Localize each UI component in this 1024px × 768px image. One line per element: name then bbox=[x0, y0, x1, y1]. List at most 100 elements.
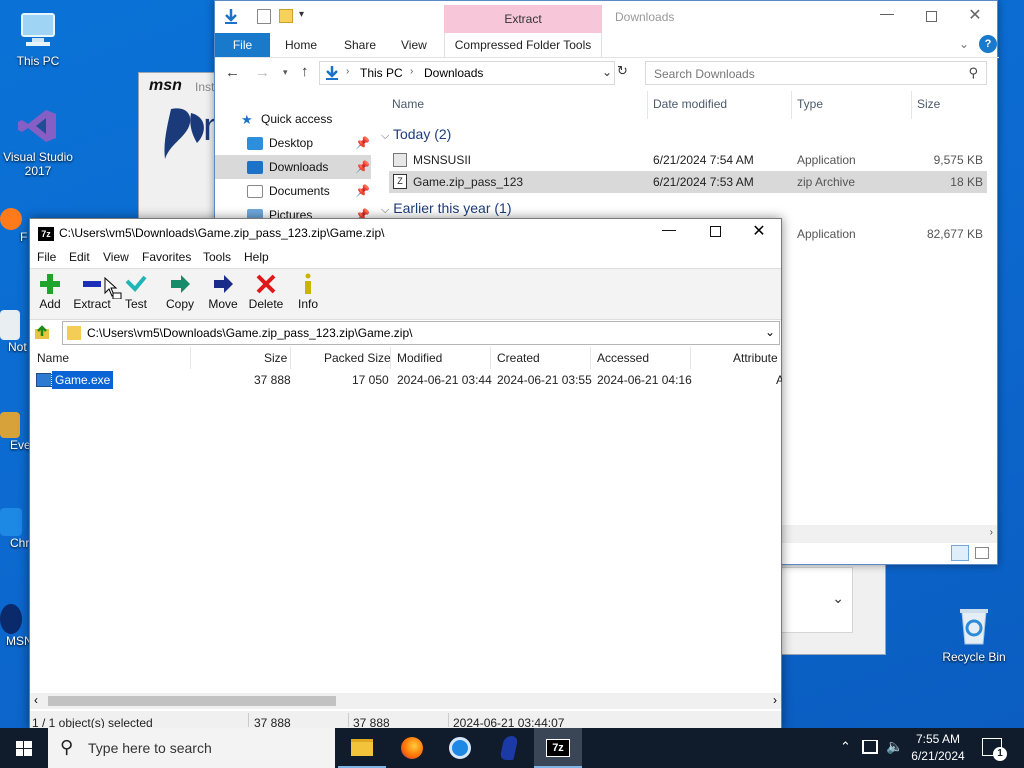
horizontal-scrollbar[interactable]: › bbox=[781, 525, 997, 543]
menu-help[interactable]: Help bbox=[244, 250, 269, 264]
nav-documents[interactable]: Documents 📌 bbox=[215, 179, 371, 203]
taskbar-date[interactable]: 6/21/2024 bbox=[906, 749, 970, 763]
nav-desktop[interactable]: Desktop 📌 bbox=[215, 131, 371, 155]
menu-edit[interactable]: Edit bbox=[69, 250, 90, 264]
scroll-right-arrow[interactable]: › bbox=[990, 527, 993, 538]
folder-icon bbox=[67, 326, 81, 340]
expand-ribbon-icon[interactable]: ⌄ bbox=[959, 37, 969, 51]
scroll-left-arrow[interactable]: ‹ bbox=[34, 693, 38, 707]
taskbar-chrome[interactable] bbox=[436, 728, 484, 768]
close-button[interactable]: ✕ bbox=[746, 221, 772, 243]
network-icon[interactable] bbox=[862, 740, 878, 754]
column-header-modified[interactable]: Modified bbox=[397, 351, 442, 365]
help-icon[interactable]: ? bbox=[979, 35, 997, 53]
desktop-icon-this-pc[interactable]: This PC bbox=[0, 8, 78, 68]
file-date: 6/21/2024 7:53 AM bbox=[653, 175, 754, 189]
taskbar-file-explorer[interactable] bbox=[338, 728, 386, 768]
tab-home[interactable]: Home bbox=[271, 33, 331, 57]
menu-favorites[interactable]: Favorites bbox=[142, 250, 191, 264]
downloads-icon bbox=[247, 161, 263, 175]
column-header-size[interactable]: Size bbox=[917, 97, 940, 111]
address-bar[interactable]: › This PC › Downloads ⌄ bbox=[319, 61, 615, 85]
search-box[interactable]: Search Downloads ⚲ bbox=[645, 61, 987, 85]
path-input[interactable]: C:\Users\vm5\Downloads\Game.zip_pass_123… bbox=[62, 321, 780, 345]
column-header-name[interactable]: Name bbox=[392, 97, 424, 111]
taskbar-msn[interactable] bbox=[486, 728, 534, 768]
file-row-game-zip[interactable]: Z Game.zip_pass_123 6/21/2024 7:53 AM zi… bbox=[389, 171, 987, 193]
close-button[interactable]: ✕ bbox=[963, 5, 987, 27]
column-header-attributes[interactable]: Attribute bbox=[733, 351, 778, 365]
refresh-button[interactable]: ↻ bbox=[617, 63, 628, 79]
desktop-icon-visual-studio[interactable]: Visual Studio 2017 bbox=[0, 104, 78, 178]
move-button[interactable]: Move bbox=[201, 273, 245, 311]
notification-center-button[interactable]: 1 bbox=[982, 738, 1007, 761]
column-header-packed-size[interactable]: Packed Size bbox=[324, 351, 391, 365]
tab-file[interactable]: File bbox=[215, 33, 270, 57]
minimize-button[interactable]: — bbox=[875, 5, 899, 27]
tab-compressed-folder-tools[interactable]: Compressed Folder Tools bbox=[444, 33, 602, 57]
column-header-size[interactable]: Size bbox=[264, 351, 287, 365]
info-button[interactable]: Info bbox=[286, 273, 330, 311]
nav-downloads[interactable]: Downloads 📌 bbox=[215, 155, 371, 179]
taskbar-7zip[interactable]: 7z bbox=[534, 728, 582, 768]
msn-logo: msn bbox=[149, 77, 182, 94]
new-folder-icon[interactable] bbox=[279, 9, 293, 23]
up-folder-button[interactable] bbox=[34, 324, 50, 340]
menu-tools[interactable]: Tools bbox=[203, 250, 231, 264]
group-header-earlier-this-year[interactable]: ⌵ Earlier this year (1) bbox=[381, 200, 512, 217]
horizontal-scrollbar[interactable]: ‹ › bbox=[30, 693, 781, 709]
minimize-button[interactable]: — bbox=[656, 221, 682, 243]
breadcrumb-downloads[interactable]: Downloads bbox=[424, 66, 483, 80]
forward-button[interactable]: → bbox=[255, 64, 270, 81]
menu-view[interactable]: View bbox=[103, 250, 129, 264]
customize-toolbar-icon[interactable]: ▾ bbox=[299, 9, 304, 20]
show-hidden-icons-button[interactable]: ⌃ bbox=[840, 739, 851, 755]
volume-muted-icon[interactable]: 🔈 bbox=[886, 738, 903, 755]
add-button[interactable]: Add bbox=[28, 273, 72, 311]
chevron-down-icon[interactable]: ⌄ bbox=[602, 65, 612, 79]
folder-icon bbox=[351, 739, 373, 756]
menu-file[interactable]: File bbox=[37, 250, 56, 264]
breadcrumb-this-pc[interactable]: This PC bbox=[360, 66, 403, 80]
desktop-icon-everything-partial[interactable]: Eve bbox=[0, 412, 30, 452]
details-view-icon[interactable] bbox=[951, 545, 969, 561]
taskbar-search-box[interactable]: ⚲ Type here to search bbox=[48, 728, 335, 768]
maximize-button[interactable] bbox=[919, 7, 943, 27]
scroll-right-arrow[interactable]: › bbox=[773, 693, 777, 707]
delete-button[interactable]: Delete bbox=[244, 273, 288, 311]
quick-access-toolbar: ▾ bbox=[215, 1, 445, 33]
desktop-icon-chrome-partial[interactable]: Chr bbox=[0, 508, 30, 550]
desktop-icon-firefox-partial[interactable]: F bbox=[0, 208, 30, 244]
recent-locations-icon[interactable]: ▾ bbox=[283, 67, 288, 78]
desktop-icon-label: This PC bbox=[16, 54, 60, 68]
up-button[interactable]: ↑ bbox=[301, 63, 309, 80]
column-header-accessed[interactable]: Accessed bbox=[597, 351, 649, 365]
firefox-icon bbox=[401, 737, 423, 759]
desktop-icon-msn-partial[interactable]: MSN bbox=[0, 604, 30, 648]
column-header-type[interactable]: Type bbox=[797, 97, 823, 111]
file-name: Game.exe bbox=[50, 370, 115, 390]
copy-button[interactable]: Copy bbox=[158, 273, 202, 311]
column-header-created[interactable]: Created bbox=[497, 351, 540, 365]
pin-icon: 📌 bbox=[355, 184, 370, 198]
taskbar-time[interactable]: 7:55 AM bbox=[906, 732, 970, 746]
tab-share[interactable]: Share bbox=[330, 33, 390, 57]
start-button[interactable] bbox=[0, 728, 48, 768]
column-header-date-modified[interactable]: Date modified bbox=[653, 97, 727, 111]
tab-view[interactable]: View bbox=[387, 33, 441, 57]
column-header-name[interactable]: Name bbox=[37, 351, 69, 365]
nav-quick-access[interactable]: ★ Quick access bbox=[215, 107, 371, 131]
group-header-today[interactable]: ⌵ Today (2) bbox=[381, 126, 451, 143]
download-arrow-icon[interactable] bbox=[223, 7, 239, 25]
properties-icon[interactable] bbox=[257, 9, 271, 24]
taskbar-firefox[interactable] bbox=[388, 728, 436, 768]
file-row-msnsusii[interactable]: MSNSUSII 6/21/2024 7:54 AM Application 9… bbox=[389, 149, 987, 171]
msn-icon bbox=[0, 604, 22, 634]
scroll-thumb[interactable] bbox=[48, 696, 336, 706]
back-button[interactable]: ← bbox=[225, 64, 240, 81]
maximize-button[interactable] bbox=[702, 223, 728, 243]
chevron-down-icon[interactable]: ⌄ bbox=[765, 325, 775, 339]
desktop-icon-notepad-partial[interactable]: Not bbox=[0, 310, 30, 354]
desktop-icon-recycle-bin[interactable]: Recycle Bin bbox=[934, 604, 1014, 664]
large-icons-view-icon[interactable] bbox=[975, 547, 989, 559]
